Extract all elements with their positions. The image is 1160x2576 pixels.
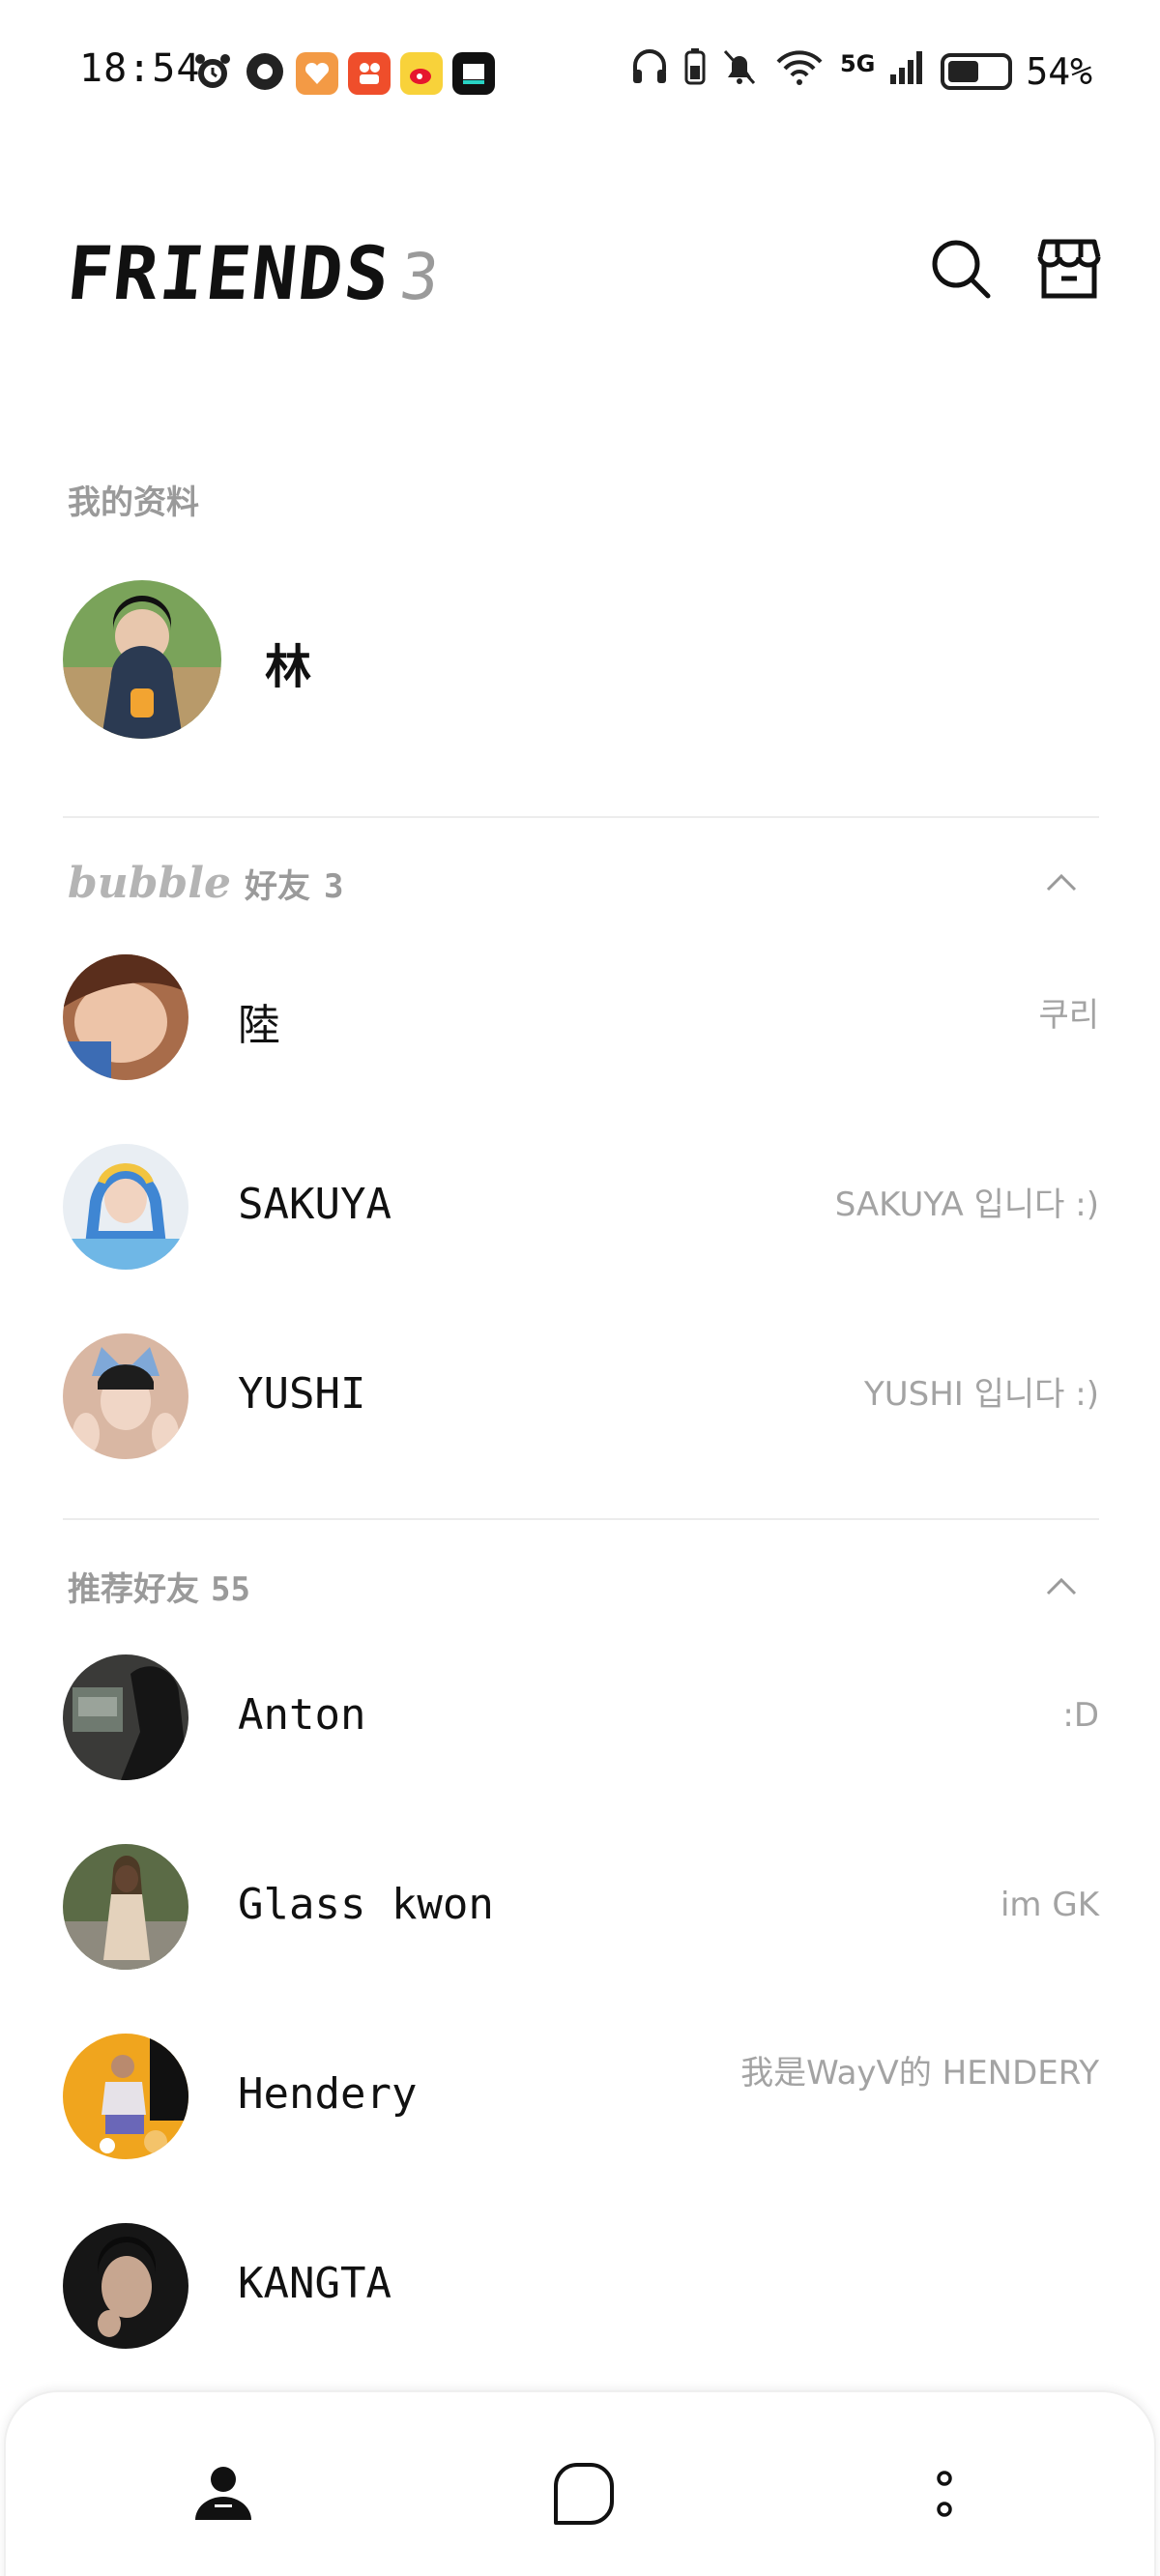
notification-icons (191, 50, 495, 97)
friend-row[interactable]: Hendery 我是WayV的 HENDERY (0, 2013, 1160, 2178)
my-profile-label: 我的资料 (68, 483, 199, 522)
recommended-section-count: 55 (211, 1570, 250, 1609)
bubble-section-label: 好友 (245, 867, 310, 906)
store-icon (1037, 239, 1101, 299)
friend-avatar (63, 1654, 188, 1780)
friend-status: 쿠리 (1038, 996, 1099, 1035)
search-button[interactable] (922, 230, 1000, 307)
mute-icon (720, 46, 759, 96)
network-type: 5G (839, 49, 876, 77)
earbuds-battery-icon (683, 46, 707, 96)
app-notification-icon (244, 50, 286, 97)
bubble-section-header[interactable]: bubble 好友 3 (68, 859, 343, 908)
friend-avatar (63, 1844, 188, 1970)
chevron-up-icon (1046, 873, 1077, 892)
divider (63, 1518, 1099, 1520)
status-time: 18:54 (79, 46, 201, 91)
alarm-icon (191, 50, 234, 97)
friend-count: 3 (396, 240, 444, 314)
nav-chats-tab[interactable] (539, 2450, 626, 2537)
recommended-section-header[interactable]: 推荐好友 55 (68, 1563, 250, 1610)
divider (63, 816, 1099, 818)
friend-status: 我是WayV的 HENDERY (740, 2054, 1099, 2093)
friend-avatar (63, 1333, 188, 1459)
friend-name: SAKUYA (238, 1180, 392, 1229)
friend-row[interactable]: YUSHI YUSHI 입니다 :) (0, 1313, 1160, 1478)
weibo-icon (400, 52, 443, 95)
chat-bubble-icon (554, 2463, 614, 2525)
heart-app-icon (296, 52, 338, 95)
friend-status: :D (1062, 1696, 1099, 1735)
collapse-recommended-button[interactable] (1040, 1565, 1083, 1607)
bubble-brand-label: bubble (68, 859, 231, 908)
chevron-up-icon (1046, 1577, 1077, 1595)
recommended-section-label: 推荐好友 (68, 1570, 199, 1609)
friend-status: im GK (1000, 1886, 1099, 1924)
store-button[interactable] (1030, 230, 1108, 307)
friend-avatar (63, 2034, 188, 2159)
friend-name: Hendery (238, 2069, 418, 2119)
friend-row[interactable]: SAKUYA SAKUYA 입니다 :) (0, 1124, 1160, 1288)
friend-row[interactable]: Glass kwon im GK (0, 1824, 1160, 1988)
friend-name: 陸 (238, 1001, 280, 1050)
friend-avatar (63, 954, 188, 1080)
search-icon (932, 240, 991, 299)
bottom-navigation (4, 2390, 1156, 2576)
system-status-icons: 5G 54% (629, 46, 1092, 96)
battery-icon (941, 52, 1013, 90)
friend-name: Anton (238, 1690, 366, 1740)
friend-avatar (63, 2223, 188, 2349)
collapse-bubble-button[interactable] (1040, 861, 1083, 903)
friend-name: YUSHI (238, 1369, 366, 1419)
bubble-section-count: 3 (324, 867, 344, 906)
friend-row[interactable]: Anton :D (0, 1634, 1160, 1799)
status-bar: 18:54 5G 54% (0, 0, 1160, 145)
friend-status: SAKUYA 입니다 :) (834, 1186, 1099, 1224)
wifi-icon (772, 46, 826, 96)
battery-percent: 54% (1026, 49, 1092, 93)
my-avatar[interactable] (63, 580, 221, 739)
friend-row[interactable]: 陸 쿠리 (0, 934, 1160, 1098)
my-name[interactable]: 林 (265, 629, 311, 696)
friend-name: KANGTA (238, 2259, 392, 2308)
signal-icon (888, 47, 927, 95)
news-app-icon (452, 52, 495, 95)
page-title: FRIENDS (63, 230, 395, 316)
friend-status: YUSHI 입니다 :) (863, 1375, 1099, 1414)
more-icon (937, 2471, 952, 2517)
nav-friends-tab[interactable] (180, 2450, 267, 2537)
person-icon (195, 2467, 251, 2520)
friend-row[interactable]: KANGTA (0, 2203, 1160, 2367)
friend-name: Glass kwon (238, 1880, 494, 1929)
page-header: FRIENDS3 (63, 230, 1108, 317)
friend-avatar (63, 1144, 188, 1270)
video-app-icon (348, 52, 391, 95)
headphones-icon (629, 46, 670, 96)
nav-more-tab[interactable] (901, 2450, 988, 2537)
